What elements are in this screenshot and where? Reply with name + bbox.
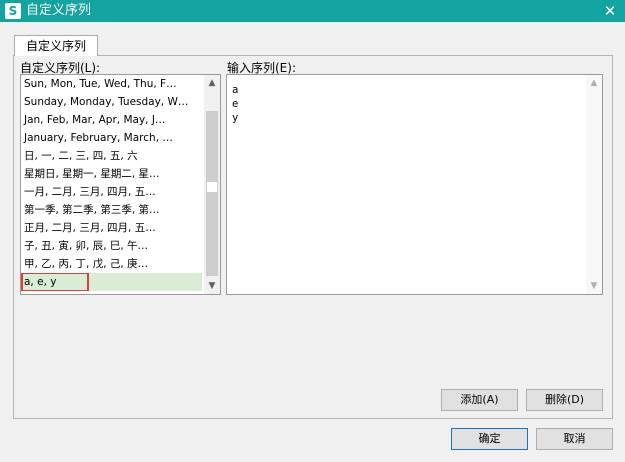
list-item[interactable]: Sunday, Monday, Tuesday, W… [21, 93, 202, 111]
scroll-position-marker [207, 182, 217, 192]
title-bar: S 自定义序列 ✕ [0, 0, 625, 22]
scroll-down-icon[interactable]: ▼ [204, 278, 220, 294]
list-item[interactable]: Jan, Feb, Mar, Apr, May, J… [21, 111, 202, 129]
input-scroll-down-icon[interactable]: ▼ [586, 278, 602, 294]
list-item[interactable]: 甲, 乙, 丙, 丁, 戊, 己, 庚… [21, 255, 202, 273]
input-line: y [232, 112, 239, 124]
scrollbar-thumb[interactable] [206, 111, 218, 276]
list-item-label: a, e, y [24, 276, 57, 288]
input-scroll-up-icon[interactable]: ▲ [586, 75, 602, 91]
ok-button[interactable]: 确定 [451, 428, 528, 450]
list-item[interactable]: 日, 一, 二, 三, 四, 五, 六 [21, 147, 202, 165]
delete-button[interactable]: 删除(D) [526, 389, 603, 411]
scroll-up-icon[interactable]: ▲ [204, 75, 220, 91]
list-item[interactable]: 正月, 二月, 三月, 四月, 五… [21, 219, 202, 237]
list-item[interactable]: 一月, 二月, 三月, 四月, 五… [21, 183, 202, 201]
input-line: a [232, 84, 239, 96]
list-item[interactable]: 第一季, 第二季, 第三季, 第… [21, 201, 202, 219]
input-scrollbar[interactable]: ▲ ▼ [586, 75, 602, 294]
custom-lists-items: Sun, Mon, Tue, Wed, Thu, F… Sunday, Monda… [21, 75, 202, 291]
cancel-button[interactable]: 取消 [536, 428, 613, 450]
list-item[interactable]: 星期日, 星期一, 星期二, 星… [21, 165, 202, 183]
list-item[interactable]: 子, 丑, 寅, 卯, 辰, 巳, 午… [21, 237, 202, 255]
listbox-scrollbar[interactable]: ▲ ▼ [204, 75, 220, 294]
close-icon[interactable]: ✕ [595, 0, 625, 22]
app-icon: S [5, 3, 21, 19]
list-item[interactable]: January, February, March, … [21, 129, 202, 147]
list-item[interactable]: Sun, Mon, Tue, Wed, Thu, F… [21, 75, 202, 93]
add-button[interactable]: 添加(A) [441, 389, 518, 411]
input-line: e [232, 98, 239, 110]
tab-custom-lists[interactable]: 自定义序列 [14, 35, 98, 56]
window-title: 自定义序列 [26, 3, 92, 18]
custom-lists-listbox[interactable]: Sun, Mon, Tue, Wed, Thu, F… Sunday, Monda… [20, 74, 221, 295]
input-list-textarea[interactable]: aey ▲ ▼ [226, 74, 603, 295]
list-item[interactable]: a, e, y [21, 273, 202, 291]
input-list-content: aey [227, 75, 602, 125]
